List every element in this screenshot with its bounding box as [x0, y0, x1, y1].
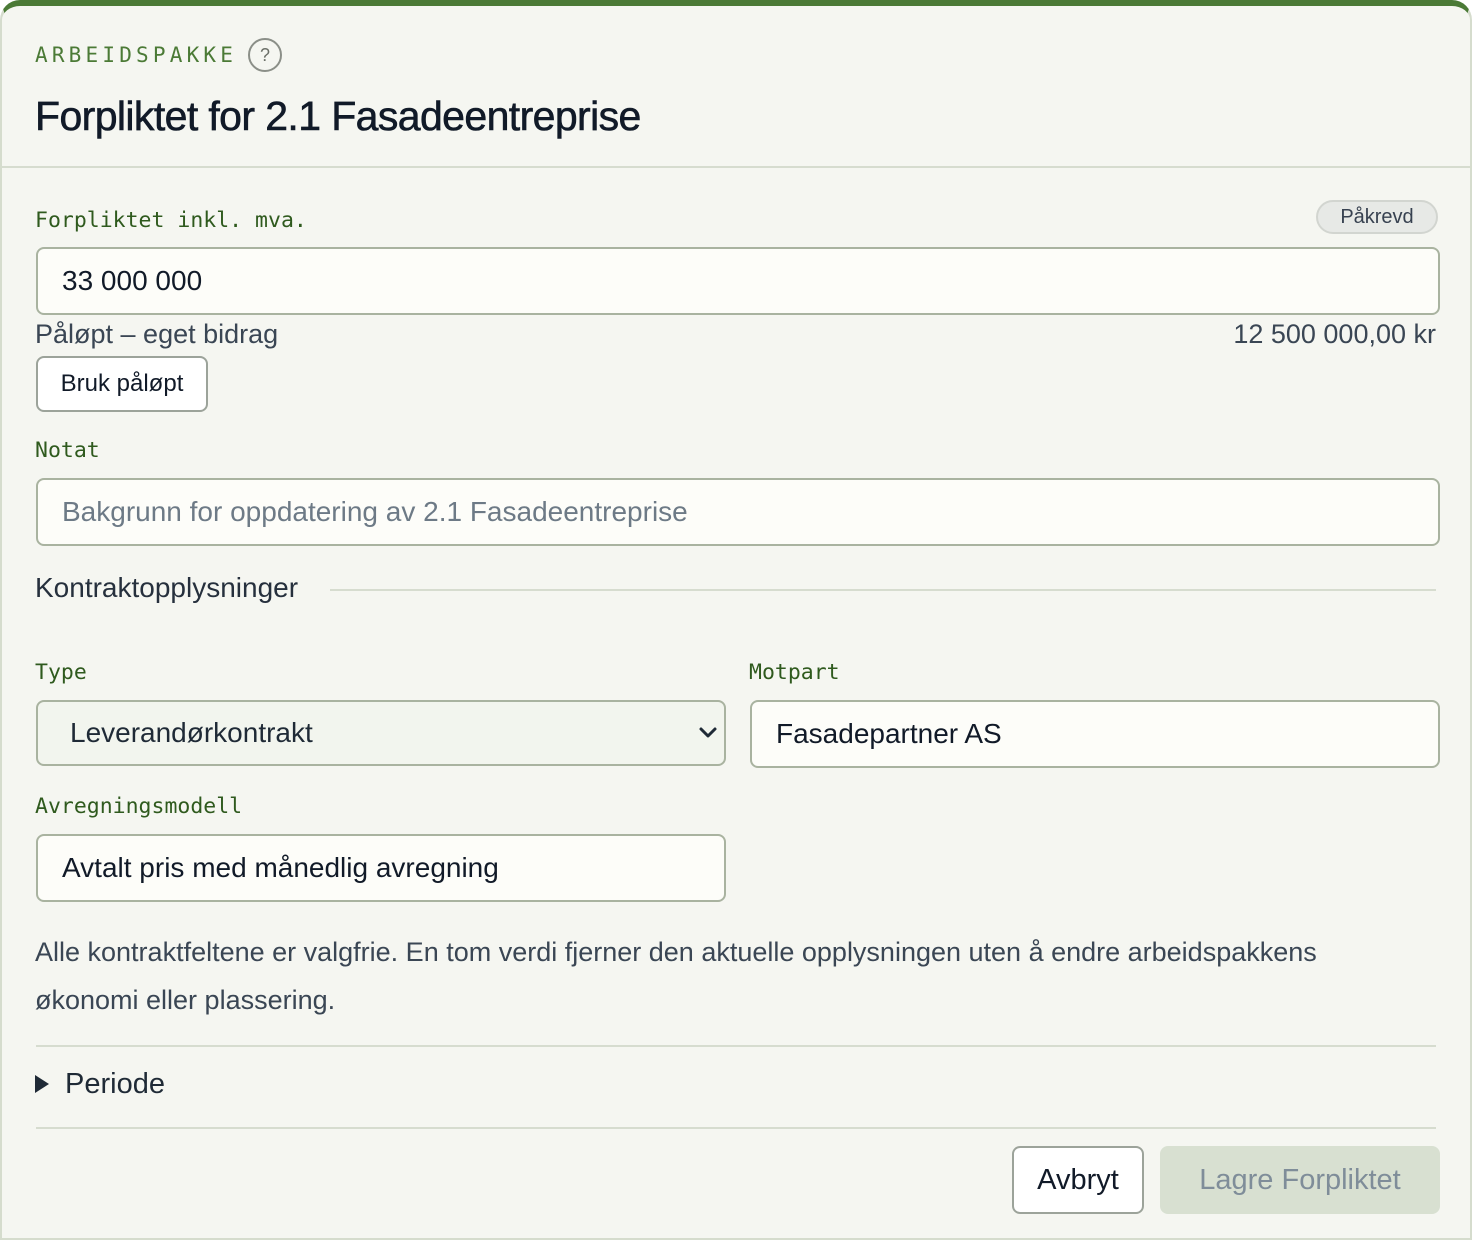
- accrued-label: Påløpt – eget bidrag: [35, 319, 279, 349]
- commitment-label: Forpliktet inkl. mva.: [35, 208, 307, 233]
- dialog-title: Forpliktet for 2.1 Fasadeentreprise: [35, 93, 642, 140]
- settlement-model-input[interactable]: [36, 834, 726, 902]
- triangle-right-icon: [35, 1075, 49, 1093]
- edit-commitment-dialog: ARBEIDSPAKKE ? Forpliktet for 2.1 Fasade…: [0, 0, 1472, 1240]
- settlement-label: Avregningsmodell: [35, 794, 243, 819]
- type-label: Type: [35, 660, 87, 685]
- header-divider: [2, 166, 1470, 168]
- accrued-amount: 12 500 000,00 kr: [1233, 319, 1436, 349]
- commitment-amount-input[interactable]: [36, 247, 1440, 315]
- type-select-value: Leverandørkontrakt: [36, 700, 726, 766]
- question-circle-icon[interactable]: ?: [248, 38, 282, 72]
- type-select[interactable]: Leverandørkontrakt: [36, 700, 726, 766]
- dialog-eyebrow: ARBEIDSPAKKE: [35, 43, 238, 67]
- note-label: Notat: [35, 438, 100, 463]
- period-top-divider: [36, 1045, 1436, 1047]
- contract-help-text: Alle kontraktfeltene er valgfrie. En tom…: [35, 937, 1317, 1015]
- contract-section-heading: Kontraktopplysninger: [35, 572, 301, 604]
- note-input[interactable]: [36, 478, 1440, 546]
- chevron-down-icon: [699, 727, 717, 738]
- required-badge: Påkrevd: [1316, 200, 1438, 234]
- period-disclosure[interactable]: Periode: [35, 1064, 165, 1104]
- counterparty-input[interactable]: [750, 700, 1440, 768]
- use-accrued-button[interactable]: Bruk påløpt: [36, 356, 208, 412]
- period-label: Periode: [65, 1067, 165, 1100]
- save-button[interactable]: Lagre Forpliktet: [1160, 1146, 1440, 1214]
- counterparty-label: Motpart: [749, 660, 840, 685]
- section-divider: [330, 589, 1436, 591]
- cancel-button[interactable]: Avbryt: [1012, 1146, 1144, 1214]
- footer-divider: [36, 1127, 1436, 1129]
